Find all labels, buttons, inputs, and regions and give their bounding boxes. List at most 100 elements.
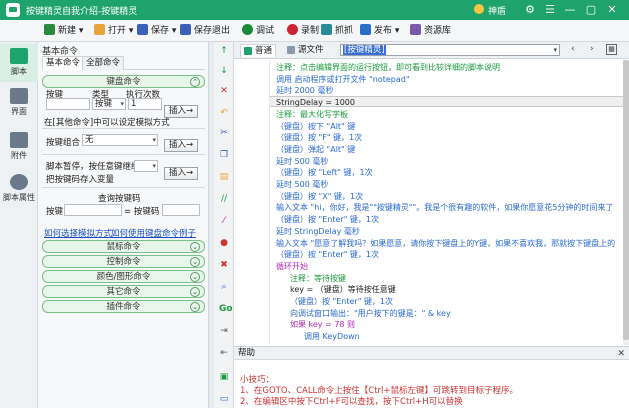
link-example[interactable]: 例子: [179, 227, 196, 239]
move-down-icon[interactable]: ↓: [219, 66, 229, 76]
code-line[interactable]: 注释：等待按键: [290, 274, 346, 285]
nav-script[interactable]: 脚本: [0, 44, 38, 82]
query-key-input[interactable]: [64, 204, 122, 216]
code-line[interactable]: 延时 500 毫秒: [276, 180, 328, 191]
code-line[interactable]: （键盘）按 "Enter" 键，1次: [276, 250, 379, 261]
scrollbar-thumb[interactable]: [623, 60, 629, 340]
tab-all-commands[interactable]: 全部命令: [82, 56, 125, 70]
library-button[interactable]: 资源库: [410, 23, 451, 39]
code-line[interactable]: 延时 500 毫秒: [276, 157, 328, 168]
code-line[interactable]: 调用 启动程序或打开文件 "notepad": [276, 75, 410, 86]
goto-icon[interactable]: Go: [219, 304, 233, 314]
code-line[interactable]: 延时 2000 毫秒: [276, 86, 333, 97]
nav-attachment[interactable]: 附件: [0, 128, 38, 166]
code-line[interactable]: （键盘）按 "Enter" 键，1次: [290, 297, 393, 308]
link-simulation-mode[interactable]: 如何选择模拟方式: [44, 227, 112, 239]
settings-icon[interactable]: ⚙: [522, 2, 538, 18]
delete-icon[interactable]: ✕: [219, 86, 229, 96]
code-line[interactable]: StringDelay = 1000: [276, 98, 355, 109]
code-line[interactable]: （键盘）按 "Enter" 键，1次: [276, 215, 379, 226]
code-line[interactable]: 输入文本 "愿意了解我吗？如果愿意，请你按下键盘上的Y键，如果不喜欢我，那就按下…: [276, 239, 615, 250]
editor-scrollbar[interactable]: [623, 60, 629, 345]
copy-icon[interactable]: ❐: [219, 150, 229, 160]
code-line[interactable]: key = （键盘）等待按任意键: [290, 285, 396, 296]
code-line[interactable]: 注释：点击编辑界面的运行按钮，即可看到比较详细的脚本说明: [276, 63, 500, 74]
query-code-input[interactable]: [162, 204, 200, 216]
insert-pause-button[interactable]: 插入→: [164, 167, 198, 180]
app-logo-icon: [6, 3, 20, 17]
debug-button[interactable]: 调试: [242, 23, 274, 39]
open-button[interactable]: 打开 ▾: [94, 23, 133, 39]
nav-forward-icon[interactable]: ›: [590, 44, 594, 54]
insert-combo-button[interactable]: 插入→: [164, 139, 198, 152]
breakpoint-icon[interactable]: ●: [219, 238, 229, 248]
code-line[interactable]: 循环开始: [276, 262, 308, 273]
tab-basic-commands[interactable]: 基本命令: [42, 56, 85, 70]
expand-icon: ⌄: [190, 257, 200, 267]
key-combo-select[interactable]: 无: [82, 134, 158, 146]
menu-icon[interactable]: ☰: [542, 2, 558, 18]
plugin-group-header[interactable]: 插件命令 ⌄: [42, 300, 205, 313]
nav-ui[interactable]: 界面: [0, 84, 38, 122]
other-group-header[interactable]: 其它命令 ⌄: [42, 285, 205, 298]
code-line[interactable]: 向调试窗口输出："用户按下的键是：" & key: [290, 309, 451, 320]
expand-icon: ⌄: [190, 272, 200, 282]
code-line[interactable]: 调用 KeyDown: [304, 332, 360, 343]
tab-source-view[interactable]: 源文件: [284, 44, 327, 57]
code-line[interactable]: （键盘）弹起 "Alt" 键: [276, 145, 355, 156]
code-line[interactable]: （键盘）按 "X" 键，1次: [276, 192, 363, 203]
maximize-button[interactable]: ▢: [583, 2, 599, 18]
code-editor[interactable]: 注释：点击编辑界面的运行按钮，即可看到比较详细的脚本说明 调用 启动程序或打开文件…: [234, 60, 623, 345]
user-avatar-icon[interactable]: [474, 4, 484, 14]
code-line[interactable]: 延时 StringDelay 毫秒: [276, 227, 360, 238]
type-select[interactable]: 按键: [92, 98, 126, 110]
undo-icon[interactable]: ↶: [219, 108, 229, 118]
code-line[interactable]: （键盘）按 "Left" 键，1次: [276, 168, 373, 179]
new-button[interactable]: 新建 ▾: [44, 23, 83, 39]
record-button[interactable]: 录制: [287, 23, 319, 39]
code-line[interactable]: 注释：最大化写字板: [276, 110, 348, 121]
color-group-header[interactable]: 颜色/图形命令 ⌄: [42, 270, 205, 283]
clear-breakpoint-icon[interactable]: ✖: [219, 260, 229, 270]
code-line[interactable]: 如果 key = 78 则: [290, 320, 355, 331]
tab-normal-view[interactable]: 普通: [240, 44, 277, 57]
move-up-icon[interactable]: ↑: [219, 46, 229, 56]
screen-icon[interactable]: ▭: [219, 394, 229, 404]
close-button[interactable]: ✕: [604, 2, 620, 18]
publish-button[interactable]: 发布 ▾: [360, 23, 399, 39]
help-close-icon[interactable]: ✕: [617, 348, 625, 360]
keyboard-group-header[interactable]: 键盘命令 ⌃: [42, 75, 205, 88]
nav-back-icon[interactable]: ‹: [571, 44, 575, 54]
count-input[interactable]: 1: [128, 98, 162, 110]
nav-properties[interactable]: 脚本属性: [0, 170, 38, 208]
uncomment-icon[interactable]: ⁄: [219, 216, 229, 226]
code-line[interactable]: （键盘）按 "F" 键，1次: [276, 133, 362, 144]
save-icon: [137, 24, 148, 35]
cut-icon[interactable]: ✂: [219, 128, 229, 138]
user-name[interactable]: 神盾: [488, 4, 506, 17]
outdent-icon[interactable]: ⇤: [219, 348, 229, 358]
subroutine-select[interactable]: [按键精灵]: [340, 44, 560, 56]
paste-icon[interactable]: ▤: [219, 172, 229, 182]
key-input[interactable]: [46, 98, 90, 110]
control-group-header[interactable]: 控制命令 ⌄: [42, 255, 205, 268]
link-keyboard-help[interactable]: 如何使用键盘命令: [111, 227, 179, 239]
save-button[interactable]: 保存 ▾: [137, 23, 176, 39]
expand-icon: ⌄: [190, 242, 200, 252]
image-icon[interactable]: ▣: [219, 372, 229, 382]
find-icon[interactable]: ⌕: [219, 282, 229, 292]
code-line[interactable]: （键盘）按下 "Alt" 键: [276, 122, 355, 133]
tip-line-2: 2、在编辑区中按下Ctrl+F可以查找，按下Ctrl+H可以替换: [240, 397, 463, 407]
layout-icon[interactable]: ▦: [606, 44, 617, 55]
save-exit-icon: [180, 24, 191, 35]
capture-button[interactable]: 抓抓: [321, 23, 353, 39]
pause-select[interactable]: [134, 160, 158, 172]
code-line[interactable]: 输入文本 "hi，你好，我是""按键精灵""。我是个很有趣的软件，如果你愿意花5…: [276, 203, 613, 214]
save-exit-button[interactable]: 保存退出: [180, 23, 230, 39]
indent-icon[interactable]: ⇥: [219, 326, 229, 336]
comment-icon[interactable]: //: [219, 194, 229, 204]
divider: [42, 128, 205, 129]
mouse-group-header[interactable]: 鼠标命令 ⌄: [42, 240, 205, 253]
main-toolbar: 新建 ▾ 打开 ▾ 保存 ▾ 保存退出 调试 录制 抓抓 发布 ▾ 资源库: [0, 20, 629, 42]
minimize-button[interactable]: —: [562, 2, 578, 18]
